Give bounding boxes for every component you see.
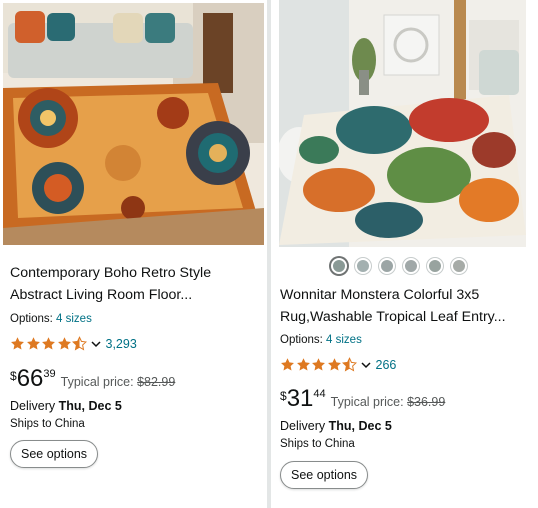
star-rating[interactable]: [10, 336, 88, 351]
product-title[interactable]: Wonnitar Monstera Colorful 3x5 Rug,Washa…: [280, 284, 532, 328]
ships-to: Ships to China: [280, 438, 355, 450]
star-full-icon: [26, 337, 40, 350]
star-full-icon: [327, 358, 341, 371]
see-options-button[interactable]: See options: [10, 440, 99, 468]
color-swatches: [331, 258, 467, 274]
options-label: Options:: [280, 334, 323, 346]
star-full-icon: [57, 337, 71, 350]
options-info: Options: 4 sizes: [10, 313, 92, 325]
price-currency: $: [280, 389, 287, 403]
star-full-icon: [281, 358, 294, 371]
color-swatch[interactable]: [331, 258, 347, 274]
options-label: Options:: [10, 313, 53, 325]
rating-row: 266: [280, 357, 396, 372]
options-info: Options: 4 sizes: [280, 334, 362, 346]
star-full-icon: [42, 337, 55, 350]
star-full-icon: [312, 358, 325, 371]
typical-price: Typical price: $82.99: [61, 375, 176, 389]
delivery-info: Delivery Thu, Dec 5: [280, 419, 392, 433]
see-options-button[interactable]: See options: [280, 461, 369, 489]
product-title-line-1[interactable]: Wonnitar Monstera Colorful 3x5: [280, 284, 532, 306]
price-currency: $: [10, 369, 17, 383]
product-card-1: Contemporary Boho Retro Style Abstract L…: [0, 0, 267, 508]
product-title-line-2[interactable]: Rug,Washable Tropical Leaf Entry...: [280, 306, 532, 328]
delivery-date: Thu, Dec 5: [58, 399, 122, 413]
price-fraction: 44: [313, 388, 326, 400]
product-image-boho-rug[interactable]: [3, 3, 264, 245]
typical-price-label: Typical price:: [60, 375, 134, 389]
ships-to: Ships to China: [10, 418, 85, 430]
color-swatch[interactable]: [427, 258, 443, 274]
typical-price-label: Typical price:: [330, 395, 404, 409]
rating-row: 3,293: [10, 336, 137, 351]
product-title[interactable]: Contemporary Boho Retro Style Abstract L…: [10, 262, 260, 306]
delivery-label: Delivery: [280, 419, 326, 433]
typical-price-value: $82.99: [137, 375, 176, 389]
typical-price-value: $36.99: [407, 395, 446, 409]
price-whole: 31: [286, 385, 314, 412]
star-half-icon: [72, 336, 87, 351]
typical-price: Typical price: $36.99: [331, 395, 446, 409]
options-sizes-link[interactable]: 4 sizes: [326, 334, 362, 346]
delivery-label: Delivery: [10, 399, 56, 413]
price-whole: 66: [16, 365, 44, 392]
price-fraction: 39: [43, 368, 56, 380]
product-card-2: Wonnitar Monstera Colorful 3x5 Rug,Washa…: [271, 0, 538, 508]
delivery-date: Thu, Dec 5: [328, 419, 392, 433]
star-full-icon: [11, 337, 24, 350]
star-half-icon: [342, 357, 357, 372]
color-swatch[interactable]: [355, 258, 371, 274]
chevron-down-icon[interactable]: [90, 338, 102, 350]
color-swatch[interactable]: [451, 258, 467, 274]
delivery-info: Delivery Thu, Dec 5: [10, 399, 122, 413]
color-swatch[interactable]: [379, 258, 395, 274]
rating-count-link[interactable]: 266: [376, 358, 397, 372]
chevron-down-icon[interactable]: [360, 359, 372, 371]
product-title-line-2[interactable]: Abstract Living Room Floor...: [10, 284, 260, 306]
price[interactable]: $ 31 44 Typical price: $36.99: [280, 386, 445, 412]
star-rating[interactable]: [280, 357, 358, 372]
rating-count-link[interactable]: 3,293: [106, 337, 137, 351]
color-swatch[interactable]: [403, 258, 419, 274]
product-image-monstera-rug[interactable]: [279, 0, 526, 247]
product-title-line-1[interactable]: Contemporary Boho Retro Style: [10, 262, 260, 284]
price[interactable]: $ 66 39 Typical price: $82.99: [10, 366, 175, 392]
star-full-icon: [296, 358, 310, 371]
options-sizes-link[interactable]: 4 sizes: [56, 313, 92, 325]
